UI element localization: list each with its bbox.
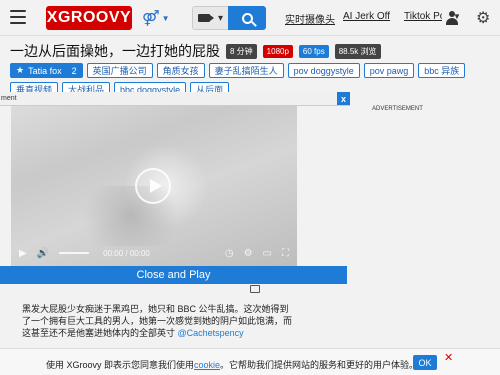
quality-badge: 1080p bbox=[262, 44, 293, 58]
video-title: 一边从后面操她，一边打她的屁股 bbox=[10, 43, 220, 59]
cookie-ok-button[interactable]: OK bbox=[413, 355, 437, 370]
cookie-notice-text: 使用 XGroovy 即表示您同意我们使用cookie。它帮助我们提供网站的服务… bbox=[46, 358, 418, 371]
pornstar-name: Tatia fox bbox=[28, 65, 62, 76]
site-logo[interactable]: XGROOVY bbox=[46, 6, 132, 30]
settings-icon[interactable]: ⚙ bbox=[244, 248, 253, 259]
tag-item[interactable]: pov pawg bbox=[363, 63, 415, 78]
playback-time: 00:00 / 00:00 bbox=[103, 248, 150, 258]
tag-item[interactable]: 妻子乱搞陌生人 bbox=[208, 63, 284, 78]
theater-mode-icon[interactable]: ▭ bbox=[263, 248, 272, 259]
pornstar-video-count: 2 bbox=[71, 65, 77, 76]
search-button[interactable] bbox=[228, 6, 266, 30]
chevron-down-icon: ▼ bbox=[161, 13, 170, 23]
fps-badge: 60 fps bbox=[298, 44, 329, 58]
cookie-text-after: 。它帮助我们提供网站的服务和更好的用户体验。 bbox=[220, 360, 419, 370]
download-icon[interactable] bbox=[250, 285, 260, 293]
star-icon: ★ bbox=[16, 65, 25, 75]
cookie-consent-bar: 使用 XGroovy 即表示您同意我们使用cookie。它帮助我们提供网站的服务… bbox=[0, 348, 500, 375]
uploader-handle-link[interactable]: @Cachetspency bbox=[178, 328, 244, 338]
video-description: 黑发大屁股少女痴迷于黑鸡巴，她只和 BBC 公牛乱搞。这次她得到了一个拥有巨大工… bbox=[22, 303, 292, 339]
tag-item[interactable]: 角质女孩 bbox=[156, 63, 205, 78]
tag-item[interactable]: 英国广播公司 bbox=[86, 63, 153, 78]
fullscreen-icon[interactable]: ⛶ bbox=[282, 248, 289, 259]
close-and-play-button[interactable]: Close and Play bbox=[0, 266, 347, 284]
video-title-row: 一边从后面操她，一边打她的屁股 8 分钟 1080p 60 fps 88.5k … bbox=[10, 42, 490, 60]
description-text: 黑发大屁股少女痴迷于黑鸡巴，她只和 BBC 公牛乱搞。这次她得到了一个拥有巨大工… bbox=[22, 304, 293, 338]
video-camera-icon bbox=[197, 14, 214, 22]
nav-link-tiktok-porn[interactable]: Tiktok Po bbox=[404, 11, 442, 22]
speed-icon[interactable]: ◷ bbox=[225, 248, 234, 259]
close-icon[interactable]: ✕ bbox=[444, 351, 453, 364]
advertisement-label: ADVERTISEMENT bbox=[372, 106, 423, 112]
search-type-dropdown[interactable]: ▾ bbox=[192, 6, 228, 30]
chevron-down-icon: ▾ bbox=[217, 12, 224, 24]
video-frame-shadow bbox=[71, 186, 191, 246]
video-player[interactable]: ▶ 🔊 00:00 / 00:00 ◷ ⚙ ▭ ⛶ bbox=[11, 106, 297, 266]
pornstar-tag[interactable]: ★ Tatia fox 2 bbox=[10, 63, 83, 78]
gender-icon: ⚤ bbox=[142, 10, 160, 27]
player-controls: ▶ 🔊 00:00 / 00:00 ◷ ⚙ ▭ ⛶ bbox=[11, 240, 297, 266]
gear-icon[interactable]: ⚙ bbox=[476, 8, 490, 28]
gender-filter[interactable]: ⚤ ▼ bbox=[142, 10, 170, 27]
volume-slider[interactable] bbox=[59, 252, 90, 254]
views-badge: 88.5k 浏览 bbox=[334, 43, 381, 59]
site-header: XGROOVY ⚤ ▼ ▾ 实时摄像头 AI Jerk Off Tiktok P… bbox=[0, 0, 500, 36]
cookie-text-before: 使用 XGroovy 即表示您同意我们使用 bbox=[46, 360, 195, 370]
nav-link-ai-jerk-off[interactable]: AI Jerk Off bbox=[343, 11, 390, 22]
play-control-icon[interactable]: ▶ bbox=[19, 248, 27, 259]
volume-icon[interactable]: 🔊 bbox=[37, 248, 49, 259]
play-icon[interactable] bbox=[135, 168, 171, 204]
tag-item[interactable]: bbc 异族 bbox=[418, 63, 466, 78]
tag-item[interactable]: pov doggystyle bbox=[287, 63, 360, 78]
chevron-down-icon: ▼ bbox=[453, 12, 461, 21]
cookie-policy-link[interactable]: cookie bbox=[194, 360, 220, 370]
search-icon bbox=[241, 12, 253, 24]
ad-overlay-header: ment bbox=[0, 92, 350, 106]
hamburger-menu-icon[interactable] bbox=[10, 10, 26, 24]
ad-close-button[interactable]: x bbox=[337, 92, 350, 105]
duration-badge: 8 分钟 bbox=[226, 43, 257, 59]
nav-link-live-cams[interactable]: 实时摄像头 bbox=[285, 11, 335, 26]
